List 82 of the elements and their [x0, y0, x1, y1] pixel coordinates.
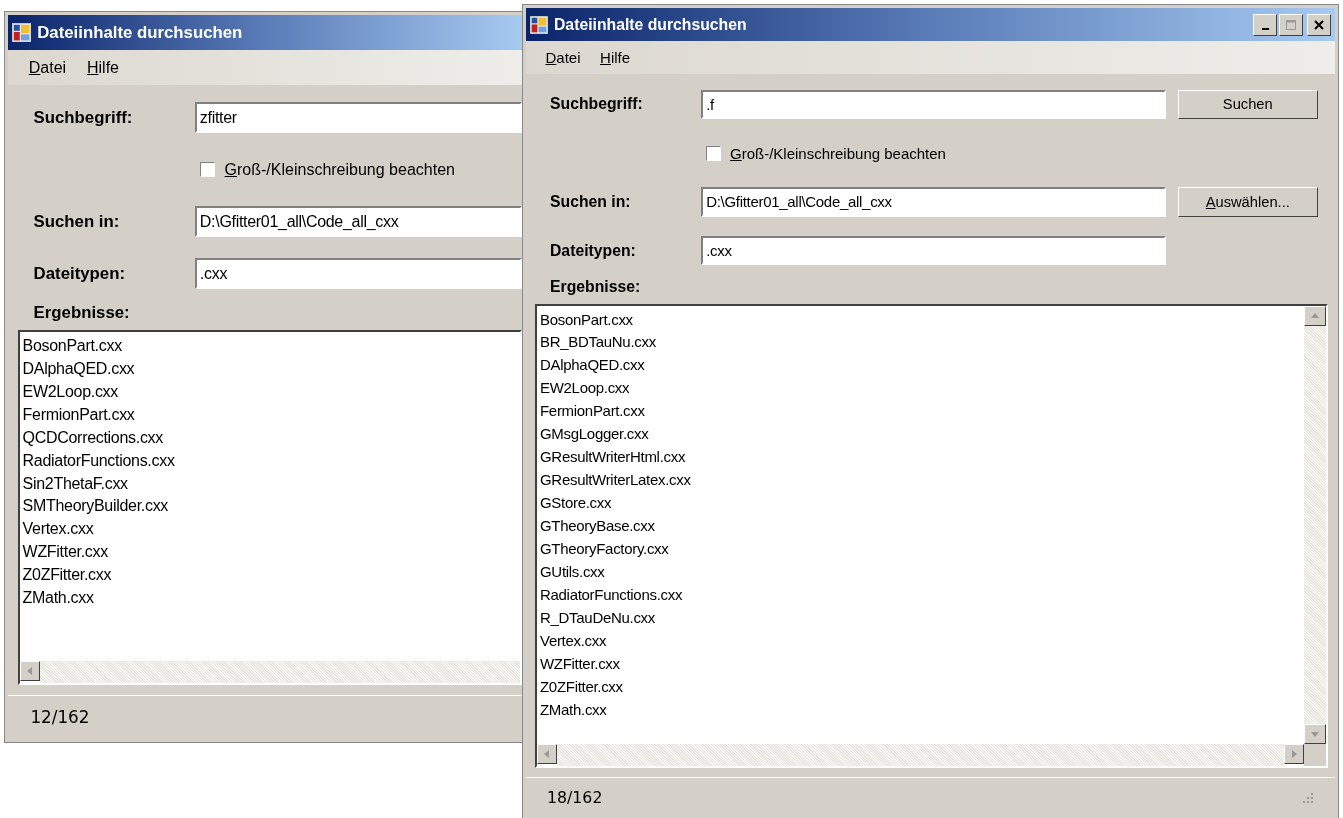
list-item[interactable]: Sin2ThetaF.cxx	[22, 472, 517, 496]
scroll-up-button[interactable]	[1303, 305, 1326, 326]
left-arrow-icon	[25, 667, 34, 676]
scroll-down-button[interactable]	[1303, 723, 1326, 744]
list-item[interactable]: EW2Loop.cxx	[22, 381, 517, 404]
minimize-icon	[1261, 27, 1269, 30]
results-label: Ergebnisse:	[550, 278, 642, 296]
field-label: Suchbegriff:	[550, 95, 644, 114]
file-types-field[interactable]: .cxx	[194, 258, 522, 290]
list-item[interactable]: WZFitter.cxx	[540, 652, 1301, 676]
list-item[interactable]: WZFitter.cxx	[22, 541, 517, 565]
result-count: 18/162	[547, 788, 603, 808]
list-item[interactable]: RadiatorFunctions.cxx	[22, 449, 517, 473]
results-list[interactable]: BosonPart.cxx DAlphaQED.cxx EW2Loop.cxx FermionPart.cxx QCDCorrections.cxx RadiatorFunctions.cxx Sin2ThetaF.cxx SMTheoryBuilder.cxx Vertex.cxx WZFitter.cxx Z0ZFitter.cxx ZMath.cxx	[17, 330, 522, 686]
list-item[interactable]: GTheoryFactory.cxx	[540, 538, 1301, 561]
checkbox-label[interactable]: Groß-/Kleinschreibung beachten	[224, 160, 455, 179]
menu-item[interactable]: Datei	[545, 49, 581, 66]
search-field[interactable]: zfitter	[194, 102, 522, 134]
field-label: Dateitypen:	[550, 241, 637, 260]
list-item[interactable]: FermionPart.cxx	[22, 403, 517, 427]
field-label: Suchen in:	[550, 192, 632, 211]
horizontal-scrollbar[interactable]	[19, 661, 520, 684]
list-item[interactable]: GTheoryBase.cxx	[540, 515, 1301, 539]
list-item[interactable]: GResultWriterLatex.cxx	[540, 469, 1301, 493]
close-icon	[1313, 18, 1325, 31]
list-item[interactable]: GMsgLogger.cxx	[540, 423, 1301, 447]
window-title: Dateiinhalte durchsuchen	[554, 15, 747, 34]
left-arrow-icon	[543, 749, 551, 758]
results-list[interactable]	[535, 303, 1328, 768]
maximize-button[interactable]	[1279, 13, 1303, 36]
resize-grip-icon[interactable]	[1302, 791, 1314, 804]
list-item[interactable]: GResultWriterHtml.cxx	[540, 446, 1301, 470]
menu-item[interactable]: Datei	[28, 58, 67, 77]
checkbox[interactable]	[200, 162, 215, 178]
menu-item[interactable]: Hilfe	[86, 58, 119, 77]
list-item[interactable]: EW2Loop.cxx	[540, 377, 1301, 401]
folder-field[interactable]: D:\Gfitter01_all\Code_all_cxx	[701, 187, 1167, 217]
search-button[interactable]: Suchen	[1177, 89, 1318, 120]
checkbox[interactable]	[706, 145, 721, 161]
list-item[interactable]: BR_BDTauNu.cxx	[540, 331, 1301, 355]
list-item[interactable]: RadiatorFunctions.cxx	[540, 583, 1301, 607]
list-item[interactable]: GStore.cxx	[540, 492, 1301, 516]
field-label: Suchbegriff:	[33, 107, 134, 128]
list-item[interactable]: Vertex.cxx	[22, 518, 517, 542]
scroll-left-button[interactable]	[537, 743, 557, 764]
window-title: Dateiinhalte durchsuchen	[37, 22, 243, 43]
list-item[interactable]: Z0ZFitter.cxx	[540, 675, 1301, 699]
app-icon	[12, 23, 32, 43]
maximize-icon	[1285, 18, 1297, 31]
results-label: Ergebnisse:	[33, 302, 131, 323]
field-label: Dateitypen:	[33, 263, 126, 284]
browse-button[interactable]: Auswählen...	[1177, 187, 1318, 217]
result-count: 12/162	[30, 707, 90, 728]
list-item[interactable]: SMTheoryBuilder.cxx	[22, 495, 517, 519]
down-arrow-icon	[1310, 729, 1319, 738]
right-arrow-icon	[1289, 749, 1298, 758]
list-item[interactable]: BosonPart.cxx	[540, 308, 1301, 332]
file-types-field[interactable]: .cxx	[701, 236, 1167, 266]
list-item[interactable]: R_DTauDeNu.cxx	[540, 606, 1301, 630]
list-item[interactable]: Z0ZFitter.cxx	[22, 564, 517, 587]
horizontal-scrollbar[interactable]	[537, 743, 1304, 766]
list-item[interactable]: DAlphaQED.cxx	[22, 358, 517, 382]
list-item[interactable]: GUtils.cxx	[540, 561, 1301, 584]
close-button[interactable]	[1307, 13, 1331, 36]
menu-item[interactable]: Hilfe	[600, 49, 631, 66]
list-item[interactable]: ZMath.cxx	[22, 586, 517, 610]
scroll-left-button[interactable]	[19, 661, 40, 682]
folder-field[interactable]: D:\Gfitter01_all\Code_all_cxx	[194, 206, 522, 238]
list-item[interactable]: ZMath.cxx	[540, 698, 1301, 722]
list-item[interactable]: QCDCorrections.cxx	[22, 426, 517, 450]
minimize-button[interactable]	[1253, 13, 1277, 36]
up-arrow-icon	[1310, 311, 1319, 320]
list-item[interactable]: Vertex.cxx	[540, 629, 1301, 653]
scroll-right-button[interactable]	[1283, 743, 1304, 764]
vertical-scrollbar[interactable]	[1303, 305, 1326, 766]
field-label: Suchen in:	[33, 211, 121, 232]
checkbox-label[interactable]: Groß-/Kleinschreibung beachten	[730, 144, 946, 162]
list-item[interactable]: BosonPart.cxx	[22, 335, 517, 359]
list-item[interactable]: FermionPart.cxx	[540, 400, 1301, 424]
app-icon	[530, 15, 548, 34]
list-item[interactable]: DAlphaQED.cxx	[540, 354, 1301, 378]
search-field[interactable]: .f	[701, 89, 1167, 119]
